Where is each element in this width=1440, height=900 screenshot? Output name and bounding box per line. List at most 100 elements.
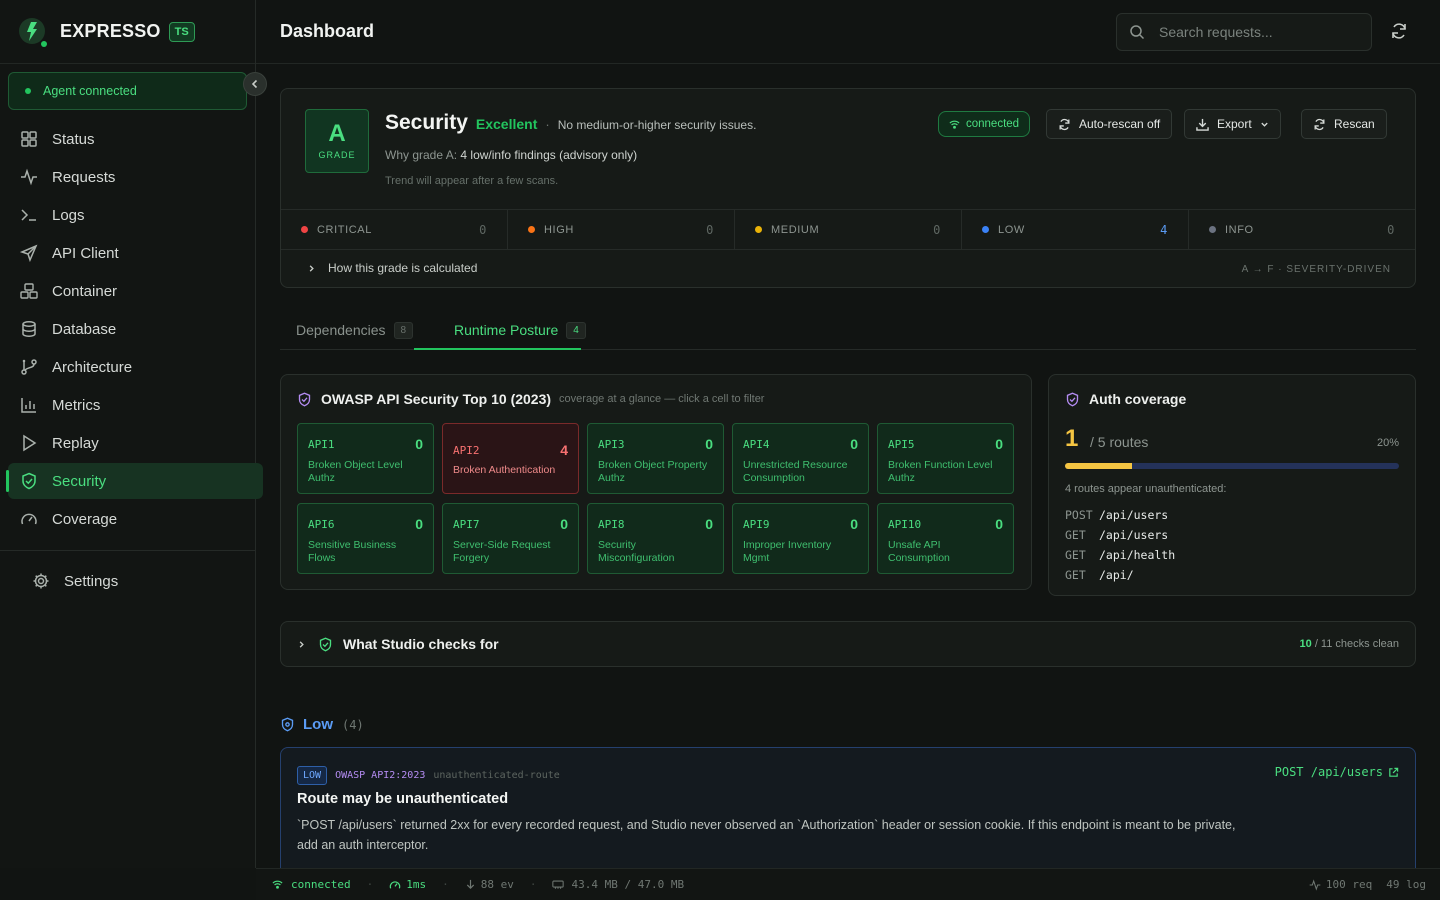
auto-rescan-toggle[interactable]: Auto-rescan off <box>1046 109 1173 139</box>
collapse-sidebar-button[interactable] <box>243 72 267 96</box>
owasp-cell-api9[interactable]: API9 0 Improper Inventory Mgmt <box>732 503 869 574</box>
route-item[interactable]: GET/api/health <box>1065 545 1175 565</box>
status-separator: · <box>442 878 449 891</box>
sidebar-item-coverage[interactable]: Coverage <box>8 501 263 537</box>
security-summary-card: A GRADE Security Excellent · No medium-o… <box>280 88 1416 288</box>
owasp-code: API4 <box>743 438 770 451</box>
sidebar-item-requests[interactable]: Requests <box>8 159 263 195</box>
security-tabs: Dependencies 8 Runtime Posture 4 <box>280 310 1416 350</box>
shield-check-icon <box>22 472 36 490</box>
owasp-cell-api1[interactable]: API1 0 Broken Object Level Authz <box>297 423 434 494</box>
severity-info[interactable]: INFO 0 <box>1189 210 1415 249</box>
route-item[interactable]: POST/api/users <box>1065 505 1175 525</box>
owasp-cell-api8[interactable]: API8 0 Security Misconfiguration <box>587 503 724 574</box>
activity-icon <box>1309 878 1321 891</box>
gauge-icon <box>389 880 401 889</box>
route-method: GET <box>1065 568 1086 582</box>
bar-chart-icon <box>21 398 36 413</box>
agent-status: Agent connected <box>8 72 247 110</box>
sidebar-item-metrics[interactable]: Metrics <box>8 387 263 423</box>
status-latency: 1ms <box>389 878 426 891</box>
owasp-cell-api6[interactable]: API6 0 Sensitive Business Flows <box>297 503 434 574</box>
severity-count: 0 <box>479 222 487 237</box>
owasp-count: 0 <box>995 436 1003 452</box>
severity-label: CRITICAL <box>317 223 372 236</box>
severity-low[interactable]: LOW 4 <box>962 210 1189 249</box>
shield-icon <box>281 717 294 732</box>
sidebar-item-status[interactable]: Status <box>8 121 263 157</box>
finding-meta: LOW OWASP API2:2023 unauthenticated-rout… <box>297 766 560 785</box>
finding-endpoint-link[interactable]: POST /api/users <box>1275 765 1399 779</box>
owasp-name: Sensitive Business Flows <box>308 539 397 564</box>
severity-high[interactable]: HIGH 0 <box>508 210 735 249</box>
severity-dot-icon <box>301 226 308 233</box>
sidebar-item-architecture[interactable]: Architecture <box>8 349 263 385</box>
brand[interactable]: EXPRESSO TS <box>0 0 255 64</box>
search-icon <box>1130 25 1145 40</box>
sidebar-item-container[interactable]: Container <box>8 273 263 309</box>
sidebar-item-api-client[interactable]: API Client <box>8 235 263 271</box>
severity-count: 4 <box>1160 222 1168 237</box>
owasp-grid: API1 0 Broken Object Level Authz API2 4 … <box>297 423 1014 574</box>
terminal-icon <box>21 209 36 221</box>
grid-icon <box>21 131 37 147</box>
sidebar-item-logs[interactable]: Logs <box>8 197 263 233</box>
search-input[interactable]: Search requests... <box>1116 13 1372 51</box>
rescan-label: Rescan <box>1334 117 1375 131</box>
owasp-cell-api7[interactable]: API7 0 Server-Side Request Forgery <box>442 503 579 574</box>
security-rating: Excellent <box>475 116 538 132</box>
severity-count: 0 <box>1387 222 1395 237</box>
refresh-button[interactable] <box>1390 22 1408 43</box>
tab-dependencies[interactable]: Dependencies 8 <box>296 310 414 350</box>
sidebar-item-replay[interactable]: Replay <box>8 425 263 461</box>
route-item[interactable]: GET/api/ <box>1065 565 1175 585</box>
owasp-top10-card: OWASP API Security Top 10 (2023) coverag… <box>280 374 1032 590</box>
sidebar: EXPRESSO TS Agent connected Status Reque… <box>0 0 263 868</box>
export-button[interactable]: Export <box>1184 109 1281 139</box>
sidebar-item-settings[interactable]: Settings <box>20 563 118 599</box>
severity-label: LOW <box>998 223 1025 236</box>
database-icon <box>22 321 36 337</box>
studio-checks-toggle[interactable]: What Studio checks for 10 / 11 checks cl… <box>280 621 1416 667</box>
sidebar-item-label: API Client <box>52 244 119 262</box>
wifi-icon <box>272 880 283 889</box>
grade-badge: A GRADE <box>305 109 369 173</box>
owasp-cell-api3[interactable]: API3 0 Broken Object Property Authz <box>587 423 724 494</box>
severity-critical[interactable]: CRITICAL 0 <box>281 210 508 249</box>
owasp-tag: OWASP API2:2023 <box>335 770 426 781</box>
status-logs-label: 49 log <box>1386 878 1426 891</box>
status-right: 100 req 49 log <box>1309 878 1426 891</box>
sidebar-item-database[interactable]: Database <box>8 311 263 347</box>
typescript-badge: TS <box>168 21 195 42</box>
low-findings-header: Low (4) <box>280 716 364 733</box>
auth-total-label: / 5 routes <box>1090 434 1149 450</box>
owasp-cell-api10[interactable]: API10 0 Unsafe API Consumption <box>877 503 1014 574</box>
status-dot-icon <box>25 88 31 94</box>
tab-count: 4 <box>566 321 586 339</box>
grade-label: GRADE <box>318 150 356 160</box>
severity-medium[interactable]: MEDIUM 0 <box>735 210 962 249</box>
gauge-icon <box>21 513 37 525</box>
tab-runtime-posture[interactable]: Runtime Posture 4 <box>454 310 586 350</box>
sidebar-item-label: Database <box>52 320 117 338</box>
route-method: GET <box>1065 548 1086 562</box>
severity-dot-icon <box>755 226 762 233</box>
owasp-name: Unrestricted Resource Consumption <box>743 459 848 484</box>
rescan-button[interactable]: Rescan <box>1301 109 1387 139</box>
send-icon <box>20 244 38 262</box>
refresh-icon <box>1059 118 1070 130</box>
auth-title: Auth coverage <box>1089 391 1187 407</box>
grade-reason-prefix: Why grade A: <box>385 148 458 162</box>
sidebar-item-security[interactable]: Security <box>6 463 263 499</box>
grade-explanation-toggle[interactable]: How this grade is calculated <box>307 261 477 275</box>
finding-card: LOW OWASP API2:2023 unauthenticated-rout… <box>280 747 1416 868</box>
owasp-code: API3 <box>598 438 625 451</box>
owasp-cell-api5[interactable]: API5 0 Broken Function Level Authz <box>877 423 1014 494</box>
status-bar: connected · 1ms · 88 ev · 43.4 MB / 47.0… <box>256 868 1440 900</box>
owasp-cell-api2[interactable]: API2 4 Broken Authentication <box>442 423 579 494</box>
route-item[interactable]: GET/api/users <box>1065 525 1175 545</box>
owasp-cell-api4[interactable]: API4 0 Unrestricted Resource Consumption <box>732 423 869 494</box>
auto-rescan-label: Auto-rescan off <box>1079 117 1161 131</box>
arrow-down-icon <box>466 879 474 890</box>
security-message: No medium-or-higher security issues. <box>557 118 757 132</box>
